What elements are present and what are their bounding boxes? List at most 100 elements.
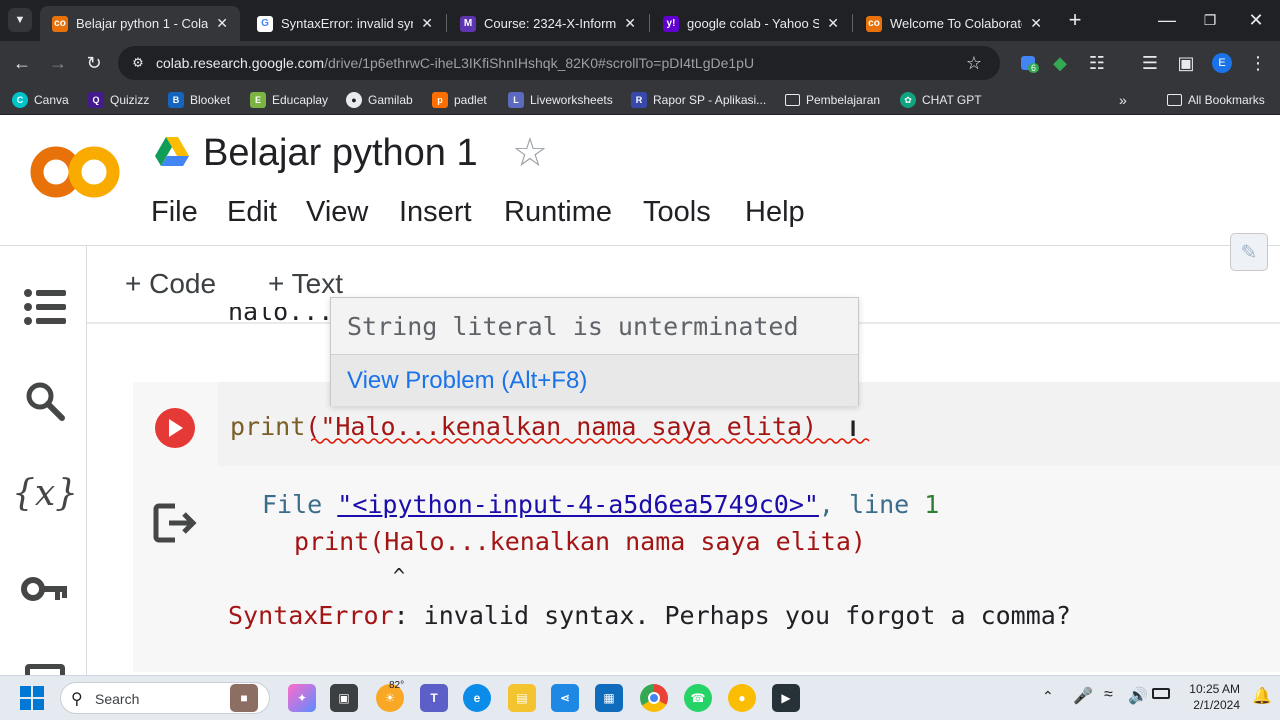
tab-syntax-error[interactable]: G SyntaxError: invalid synta ✕ [245, 6, 445, 41]
all-bookmarks[interactable]: All Bookmarks [1167, 91, 1265, 109]
tab-search-chevron-icon[interactable]: ▼ [8, 8, 32, 32]
drive-extension-icon[interactable]: ◆ [1048, 51, 1072, 75]
tab-belajar-python[interactable]: co Belajar python 1 - Colabo ✕ [40, 6, 240, 41]
menu-file[interactable]: File [151, 196, 198, 229]
close-tab-icon[interactable]: ✕ [827, 15, 839, 32]
chrome-profile-icon[interactable]: ● [728, 684, 756, 712]
output-redirect-icon[interactable] [153, 502, 197, 549]
clock-time: 10:25 AM [1189, 682, 1240, 696]
battery-icon[interactable] [1152, 688, 1170, 699]
table-of-contents-icon[interactable] [20, 282, 70, 332]
notification-bell-icon[interactable]: 🔔 [1252, 686, 1272, 706]
bookmark-chatgpt[interactable]: ✿ CHAT GPT [900, 91, 982, 109]
colab-logo-icon[interactable] [30, 144, 122, 200]
quizizz-icon: Q [88, 92, 104, 108]
tab-yahoo-search[interactable]: y! google colab - Yahoo Sea ✕ [651, 6, 851, 41]
tab-separator [649, 14, 650, 32]
bookmark-liveworksheets[interactable]: L Liveworksheets [508, 91, 613, 109]
bookmark-padlet[interactable]: p padlet [432, 91, 487, 109]
volume-icon[interactable]: 🔊 [1128, 686, 1148, 706]
side-panel-icon[interactable]: ▣ [1174, 51, 1198, 75]
close-tab-icon[interactable]: ✕ [216, 15, 228, 32]
notebook-title[interactable]: Belajar python 1 [203, 132, 478, 175]
bookmarks-bar: C Canva Q Quizizz B Blooket E Educaplay ● Gam… [0, 85, 1280, 115]
google-icon: G [257, 15, 273, 32]
task-view-icon[interactable]: ▣ [330, 684, 358, 712]
star-notebook-icon[interactable]: ☆ [512, 130, 548, 176]
view-problem-link[interactable]: View Problem (Alt+F8) [347, 367, 587, 395]
copilot-icon[interactable]: ✦ [288, 684, 316, 712]
back-icon[interactable]: ← [10, 51, 34, 75]
microphone-icon[interactable]: 🎤 [1073, 686, 1093, 706]
syntax-error-message: SyntaxError: invalid syntax. Perhaps you… [228, 601, 1071, 630]
menu-runtime[interactable]: Runtime [504, 196, 612, 229]
bookmark-star-icon[interactable]: ☆ [962, 51, 986, 75]
restore-icon[interactable]: ❐ [1198, 8, 1222, 32]
secrets-key-icon[interactable] [20, 564, 70, 614]
add-code-button[interactable]: + Code [125, 268, 216, 300]
profile-avatar[interactable]: E [1210, 51, 1234, 75]
whatsapp-icon[interactable]: ☎ [684, 684, 712, 712]
problem-hover-popup: String literal is unterminated View Prob… [330, 297, 859, 406]
edit-pen-icon[interactable]: ✎ [1230, 233, 1268, 271]
all-bookmarks-label: All Bookmarks [1188, 93, 1265, 107]
new-tab-icon[interactable]: + [1063, 7, 1087, 32]
chatgpt-icon: ✿ [900, 92, 916, 108]
screen-recorder-icon[interactable]: ▶ [772, 684, 800, 712]
close-tab-icon[interactable]: ✕ [624, 15, 636, 32]
files-folder-icon[interactable] [20, 650, 70, 675]
educaplay-icon: E [250, 92, 266, 108]
minimize-icon[interactable]: — [1155, 8, 1179, 32]
windows-start-icon[interactable] [20, 686, 44, 710]
tab-welcome-colab[interactable]: co Welcome To Colaboratory ✕ [854, 6, 1054, 41]
tray-chevron-icon[interactable]: ⌃ [1042, 688, 1054, 705]
add-text-button[interactable]: + Text [268, 268, 343, 300]
file-explorer-icon[interactable]: ▤ [508, 684, 536, 712]
bookmark-rapor[interactable]: R Rapor SP - Aplikasi... [631, 91, 766, 109]
clock[interactable]: 10:25 AM 2/1/2024 [1182, 681, 1240, 713]
chrome-icon[interactable] [640, 684, 668, 712]
bookmark-gamilab[interactable]: ● Gamilab [346, 91, 413, 109]
close-tab-icon[interactable]: ✕ [1030, 15, 1042, 32]
bookmark-canva[interactable]: C Canva [12, 91, 69, 109]
wifi-icon[interactable]: ≈ [1104, 686, 1113, 704]
forward-icon[interactable]: → [46, 51, 70, 75]
browser-toolbar: ← → ↻ ⚙ colab.research.google.com/drive/… [0, 41, 1280, 85]
extension-icon[interactable]: 6 [1016, 51, 1040, 75]
menu-dots-icon[interactable]: ⋮ [1246, 51, 1270, 75]
teams-icon[interactable]: T [420, 684, 448, 712]
menu-tools[interactable]: Tools [643, 196, 711, 229]
reload-icon[interactable]: ↻ [82, 51, 106, 75]
url-text[interactable]: colab.research.google.com/drive/1p6ethrw… [156, 55, 754, 71]
tab-title: Belajar python 1 - Colabo [76, 16, 209, 31]
close-window-icon[interactable]: ✕ [1244, 8, 1268, 32]
google-drive-icon[interactable] [155, 137, 189, 167]
media-control-icon[interactable]: ☰ [1138, 51, 1162, 75]
microsoft-store-icon[interactable]: ▦ [595, 684, 623, 712]
play-icon [169, 419, 183, 437]
menu-insert[interactable]: Insert [399, 196, 472, 229]
close-tab-icon[interactable]: ✕ [421, 15, 433, 32]
menu-view[interactable]: View [306, 196, 368, 229]
tab-course[interactable]: M Course: 2324-X-Informati ✕ [448, 6, 648, 41]
search-icon[interactable] [20, 376, 70, 426]
traceback-code-echo: print(Halo...kenalkan nama saya elita) [294, 527, 866, 556]
bookmark-educaplay[interactable]: E Educaplay [250, 91, 328, 109]
folder-icon [1167, 94, 1182, 106]
bookmark-quizizz[interactable]: Q Quizizz [88, 91, 149, 109]
edge-icon[interactable]: e [463, 684, 491, 712]
widgets-icon[interactable]: ■ [230, 684, 258, 712]
menu-edit[interactable]: Edit [227, 196, 277, 229]
traceback-file-link[interactable]: "<ipython-input-4-a5d6ea5749c0>" [337, 490, 819, 519]
bookmark-pembelajaran-folder[interactable]: Pembelajaran [785, 91, 880, 109]
run-cell-button[interactable] [155, 408, 195, 448]
bookmark-blooket[interactable]: B Blooket [168, 91, 230, 109]
site-info-icon[interactable]: ⚙ [126, 51, 150, 75]
address-bar[interactable]: ⚙ colab.research.google.com/drive/1p6eth… [118, 46, 1000, 80]
menu-help[interactable]: Help [745, 196, 805, 229]
vscode-icon[interactable]: ⋖ [551, 684, 579, 712]
bookmarks-overflow-icon[interactable]: » [1119, 91, 1127, 109]
extensions-puzzle-icon[interactable]: ☷ [1085, 51, 1109, 75]
yahoo-icon: y! [663, 15, 679, 32]
variables-icon[interactable]: {x} [12, 468, 78, 518]
